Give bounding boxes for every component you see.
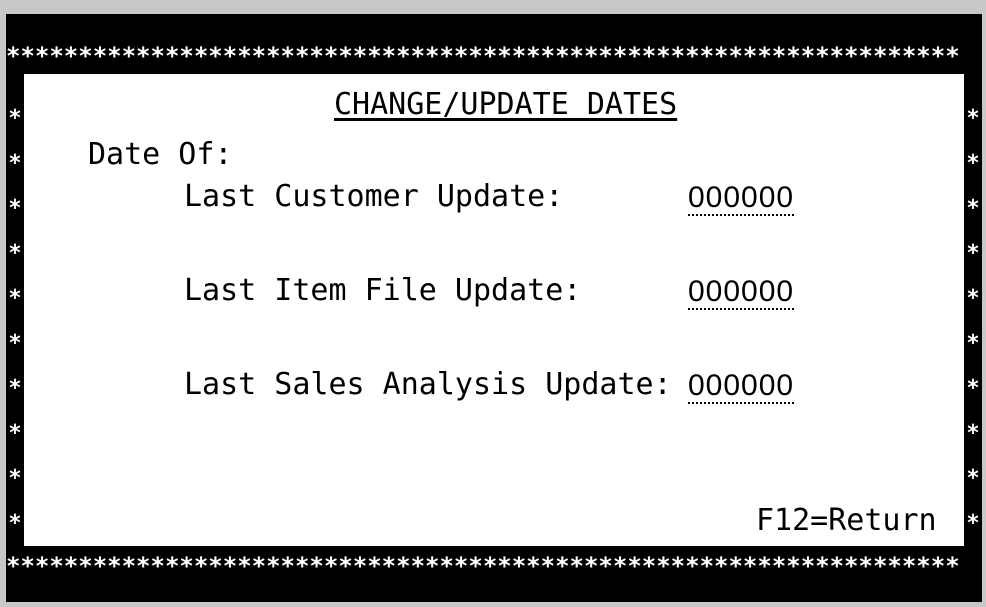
border-left-star: * (8, 241, 22, 266)
border-right-star: * (966, 511, 980, 536)
terminal-frame: ****************************************… (6, 14, 982, 602)
border-right-star: * (966, 241, 980, 266)
border-left-star: * (8, 106, 22, 131)
border-right-star: * (966, 331, 980, 356)
screen-panel: CHANGE/UPDATE DATES Date Of: Last Custom… (24, 74, 964, 546)
border-left-star: * (8, 331, 22, 356)
border-right-star: * (966, 106, 980, 131)
border-left-star: * (8, 376, 22, 401)
border-right-star: * (966, 196, 980, 221)
field-label-last-item-file-update: Last Item File Update: (184, 273, 582, 308)
border-left-star: * (8, 196, 22, 221)
screen-title: CHANGE/UPDATE DATES (334, 87, 678, 122)
last-customer-update-field[interactable] (688, 182, 794, 216)
border-right-star: * (966, 151, 980, 176)
last-item-file-update-field[interactable] (688, 276, 794, 310)
f12-return-key[interactable]: F12=Return (756, 506, 937, 536)
border-top-stars: ****************************************… (6, 44, 960, 68)
border-right-star: * (966, 286, 980, 311)
border-right-star: * (966, 466, 980, 491)
field-label-last-sales-analysis-update: Last Sales Analysis Update: (184, 367, 672, 402)
border-right-star: * (966, 376, 980, 401)
border-left-star: * (8, 286, 22, 311)
border-right-star: * (966, 421, 980, 446)
border-left-star: * (8, 421, 22, 446)
border-left-star: * (8, 151, 22, 176)
last-sales-analysis-update-field[interactable] (688, 370, 794, 404)
border-left-star: * (8, 466, 22, 491)
border-bottom-stars: ****************************************… (6, 554, 960, 578)
field-label-last-customer-update: Last Customer Update: (184, 179, 564, 214)
border-left-star: * (8, 511, 22, 536)
section-label: Date Of: (88, 137, 233, 172)
